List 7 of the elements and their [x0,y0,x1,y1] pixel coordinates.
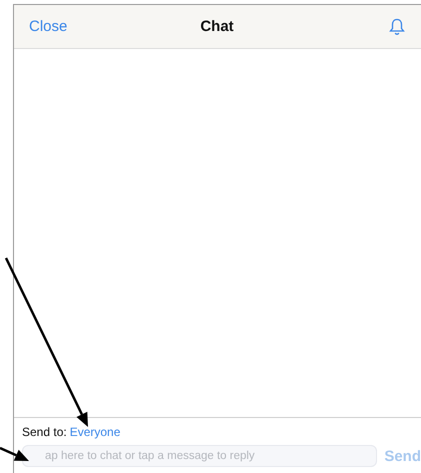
close-button[interactable]: Close [29,18,68,35]
annotation-arrow [0,446,29,461]
chat-input-field[interactable]: ap here to chat or tap a message to reply [22,445,378,467]
bell-icon[interactable] [389,18,405,36]
chat-title: Chat [200,18,234,35]
recipient-link[interactable]: Everyone [70,425,120,439]
send-to-label: Send to: [22,425,67,439]
